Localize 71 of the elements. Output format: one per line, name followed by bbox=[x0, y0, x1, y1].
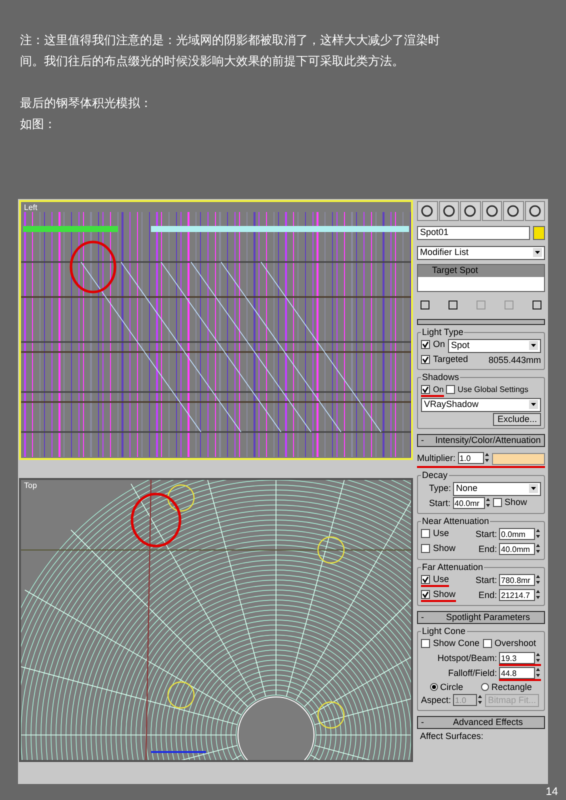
group-title: Far Attenuation bbox=[421, 562, 484, 572]
panel-tab[interactable] bbox=[503, 200, 524, 221]
shadow-type-dropdown[interactable]: VRayShadow bbox=[421, 398, 541, 412]
dropdown-arrow-icon bbox=[529, 400, 538, 410]
group-title: Near Attenuation bbox=[421, 516, 490, 526]
spinner-arrows-icon bbox=[535, 574, 541, 586]
panel-tab[interactable] bbox=[417, 200, 438, 221]
checkbox-row[interactable]: Show bbox=[421, 589, 456, 602]
falloff-label: Falloff/Field: bbox=[448, 668, 497, 680]
viewport[interactable]: Left bbox=[19, 200, 413, 460]
dropdown-arrow-icon bbox=[533, 248, 542, 258]
target-distance: 8055.443mm bbox=[488, 354, 541, 366]
checkbox-row[interactable]: Show bbox=[492, 497, 528, 510]
group-title: Light Cone bbox=[421, 626, 467, 636]
multiplier-label: Multiplier: bbox=[417, 453, 456, 464]
note-paragraph: 注：这里值得我们注意的是：光域网的阴影都被取消了，这样大大减少了渲染时间。我们往后的布点缀光的时候没影响大效果的前提下可采取此类方法。 bbox=[20, 32, 441, 70]
object-name-field[interactable]: Spot01 bbox=[417, 226, 530, 240]
group-title: Light Type bbox=[421, 326, 464, 337]
rollout-header[interactable]: - Spotlight Parameters bbox=[417, 610, 545, 624]
checkbox-row[interactable]: On bbox=[421, 339, 446, 352]
decay-type-label: Type: bbox=[429, 483, 452, 494]
start-label: Start: bbox=[475, 575, 497, 586]
hotspot-label: Hotspot/Beam: bbox=[437, 653, 497, 664]
stack-item[interactable]: Target Spot bbox=[418, 264, 544, 277]
light-color-swatch[interactable] bbox=[492, 452, 545, 465]
radio-option[interactable]: Circle bbox=[430, 682, 464, 693]
checkbox-row[interactable]: Show bbox=[421, 543, 456, 556]
dropdown-arrow-icon bbox=[529, 484, 538, 494]
viewport-label: Left bbox=[24, 204, 38, 212]
rollout-header[interactable]: - Advanced Effects bbox=[417, 716, 545, 729]
exclude-button[interactable]: Exclude... bbox=[493, 412, 541, 426]
rollout-header[interactable] bbox=[417, 318, 545, 325]
panel-tab[interactable] bbox=[482, 200, 502, 221]
group-title: Shadows bbox=[421, 372, 460, 382]
spinner-arrows-icon bbox=[484, 497, 491, 508]
end-label: End: bbox=[478, 544, 497, 556]
end-label: End: bbox=[478, 590, 497, 602]
panel-tab[interactable] bbox=[524, 200, 545, 221]
spinner-arrows-icon bbox=[535, 543, 541, 554]
spinner-arrows-icon bbox=[535, 652, 541, 664]
note-paragraph: 如图： bbox=[20, 116, 57, 133]
spinner-arrows-icon bbox=[535, 667, 541, 678]
panel-tab[interactable] bbox=[460, 200, 480, 221]
spinner-arrows-icon bbox=[535, 589, 541, 600]
spinner-arrows-icon bbox=[535, 528, 541, 540]
rollout-header[interactable]: - Intensity/Color/Attenuation bbox=[417, 434, 545, 447]
spinner-arrows-icon bbox=[477, 694, 484, 706]
checkbox-row[interactable]: Use Global Settings bbox=[446, 384, 528, 397]
light-type-dropdown[interactable]: Spot bbox=[448, 338, 541, 353]
checkbox-row[interactable]: Show Cone bbox=[421, 638, 480, 651]
object-color-swatch[interactable] bbox=[533, 226, 545, 240]
checkbox-row[interactable]: Overshoot bbox=[482, 638, 536, 651]
decay-start-label: Start: bbox=[429, 498, 451, 510]
start-label: Start: bbox=[475, 529, 497, 540]
aspect-label: Aspect: bbox=[421, 695, 452, 706]
checkbox-row[interactable]: Use bbox=[421, 574, 450, 588]
note-paragraph: 最后的钢琴体积光模拟： bbox=[20, 95, 153, 112]
decay-type-dropdown[interactable]: None bbox=[453, 482, 541, 496]
viewport-label: Top bbox=[24, 482, 37, 490]
affect-surfaces-label: Affect Surfaces: bbox=[419, 730, 484, 742]
spinner-arrows-icon bbox=[484, 452, 490, 464]
checkbox-row[interactable]: Targeted bbox=[421, 354, 468, 367]
check-icon bbox=[422, 386, 429, 393]
modifier-list-dropdown[interactable]: Modifier List bbox=[417, 246, 545, 260]
group-title: Decay bbox=[421, 470, 449, 480]
checkbox-row[interactable]: On bbox=[421, 384, 444, 397]
radio-option[interactable]: Rectangle bbox=[481, 682, 532, 693]
dropdown-arrow-icon bbox=[529, 341, 538, 350]
page-number: 14 bbox=[546, 784, 558, 800]
panel-tab[interactable] bbox=[438, 200, 459, 221]
checkbox-row[interactable]: Use bbox=[421, 528, 450, 542]
